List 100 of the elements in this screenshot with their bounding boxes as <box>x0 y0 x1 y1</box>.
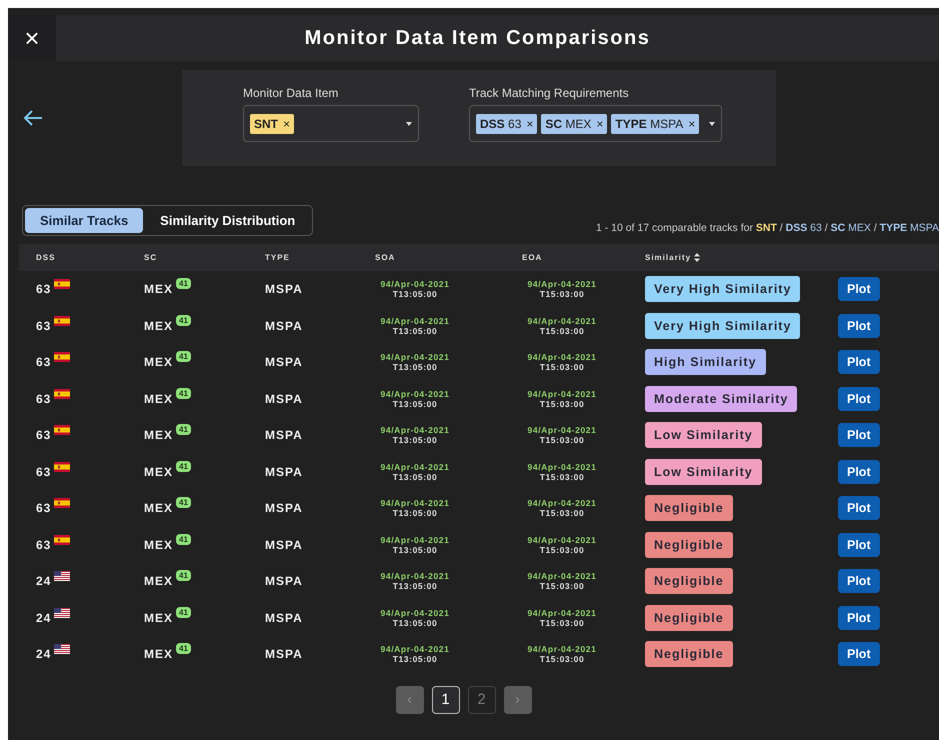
filter-chip[interactable]: SNT × <box>250 114 294 134</box>
date-text: T15:03:00 <box>540 289 584 300</box>
date-text: T15:03:00 <box>540 581 584 592</box>
similarity-tag: Negligible <box>645 604 733 631</box>
count-badge: 41 <box>176 424 191 436</box>
date-text: 94/Apr-04-2021 <box>380 352 450 362</box>
table-cell: MEX <box>144 392 174 406</box>
select-field[interactable]: DSS 63 × SC MEX × TYPE MSPA × <box>469 105 722 142</box>
tab[interactable]: Similar Tracks <box>25 208 144 233</box>
date-text: 94/Apr-04-2021 <box>528 425 596 436</box>
date-text: 94/Apr-04-2021 <box>528 534 596 545</box>
table-cell: MEX <box>144 282 174 296</box>
date-text: 94/Apr-04-2021 <box>380 571 450 582</box>
select-field[interactable]: SNT × <box>243 105 419 142</box>
caret-icon <box>709 122 715 126</box>
plot-button[interactable]: Plot <box>838 423 880 448</box>
plot-button[interactable]: Plot <box>838 277 880 302</box>
plot-button[interactable]: Plot <box>838 350 880 374</box>
date-text: T15:03:00 <box>540 654 584 664</box>
date-text: 94/Apr-04-2021 <box>380 644 450 654</box>
column-header[interactable]: Similarity <box>645 253 838 262</box>
table-cell: 24 <box>36 574 52 588</box>
date-text: 94/Apr-04-2021 <box>528 571 596 582</box>
date-text: 94/Apr-04-2021 <box>380 388 450 399</box>
date-text: T15:03:00 <box>540 326 584 336</box>
similarity-tag: Negligible <box>645 495 733 522</box>
count-badge: 41 <box>176 497 191 508</box>
table-cell: MEX <box>144 355 174 370</box>
plot-button[interactable]: Plot <box>838 569 880 594</box>
date-text: 94/Apr-04-2021 <box>380 462 450 472</box>
table-cell: MEX <box>144 501 174 516</box>
table-cell: 24 <box>36 647 52 662</box>
table-cell: 63 <box>36 318 52 333</box>
table-cell: 63 <box>36 282 52 296</box>
column-header: SOA <box>375 253 396 262</box>
sort-icon <box>694 253 700 262</box>
similarity-tag: Negligible <box>645 532 733 558</box>
table-cell: MEX <box>144 318 174 333</box>
table-cell-text: MSPA <box>265 464 304 479</box>
date-text: 94/Apr-04-2021 <box>528 462 596 472</box>
filter-chip[interactable]: TYPE MSPA × <box>611 114 700 134</box>
date-text: 94/Apr-04-2021 <box>380 279 450 290</box>
table-cell: MEX <box>144 610 174 625</box>
date-text: T13:05:00 <box>392 581 438 592</box>
plot-button[interactable]: Plot <box>838 642 880 666</box>
plot-button[interactable]: Plot <box>838 532 880 557</box>
window-title: Monitor Data Item Comparisons <box>304 26 652 51</box>
plot-button[interactable]: Plot <box>838 606 880 630</box>
plot-button[interactable]: Plot <box>838 386 880 411</box>
page-button[interactable]: 2 <box>468 686 496 714</box>
table-cell: MEX <box>144 538 174 552</box>
count-badge: 41 <box>176 570 191 582</box>
table-cell-text: MSPA <box>265 428 304 442</box>
table-cell: MEX <box>144 428 174 442</box>
similarity-tag: Low Similarity <box>645 458 762 485</box>
field-label: Track Matching Requirements <box>469 86 630 100</box>
results-summary: 1 - 10 of 17 comparable tracks for SNT / DSS 63 / SC MEX / TYPE MSPA <box>596 222 939 234</box>
date-text: T13:05:00 <box>392 326 438 336</box>
page-button[interactable]: 1 <box>432 686 460 714</box>
date-text: T13:05:00 <box>392 435 438 446</box>
table-cell-text: MSPA <box>265 610 304 625</box>
date-text: 94/Apr-04-2021 <box>528 316 596 326</box>
count-badge: 41 <box>176 534 191 545</box>
table-cell: 24 <box>36 610 52 625</box>
plot-button[interactable]: Plot <box>838 314 880 338</box>
caret-icon <box>406 122 412 126</box>
table-cell-text: MSPA <box>265 574 304 588</box>
date-text: T15:03:00 <box>540 618 584 628</box>
column-header: DSS <box>36 253 56 262</box>
similarity-tag: Negligible <box>645 568 733 594</box>
table-cell: MEX <box>144 574 174 588</box>
date-text: 94/Apr-04-2021 <box>380 498 450 508</box>
table-cell-text: MSPA <box>265 392 304 406</box>
date-text: T13:05:00 <box>392 544 438 555</box>
date-text: T15:03:00 <box>540 362 584 372</box>
date-text: 94/Apr-04-2021 <box>380 534 450 545</box>
date-text: 94/Apr-04-2021 <box>528 279 596 290</box>
count-badge: 41 <box>176 460 191 472</box>
plot-button[interactable]: Plot <box>838 460 880 484</box>
table-cell: 63 <box>36 501 52 516</box>
count-badge: 41 <box>176 388 191 399</box>
date-text: T15:03:00 <box>540 398 584 409</box>
column-header: SC <box>144 253 158 262</box>
tab[interactable]: Similarity Distribution <box>145 208 310 233</box>
table-cell-text: MSPA <box>265 282 304 296</box>
column-header: TYPE <box>265 253 291 262</box>
date-text: 94/Apr-04-2021 <box>528 498 596 508</box>
date-text: T15:03:00 <box>540 435 584 446</box>
date-text: 94/Apr-04-2021 <box>528 608 596 618</box>
table-cell-text: MSPA <box>265 538 304 552</box>
date-text: T15:03:00 <box>540 472 584 482</box>
filter-chip[interactable]: SC MEX × <box>541 114 608 134</box>
close-button[interactable]: × <box>8 15 56 61</box>
similarity-tag: Moderate Similarity <box>645 386 798 412</box>
table-cell-text: MSPA <box>265 501 304 516</box>
date-text: 94/Apr-04-2021 <box>380 425 450 436</box>
date-text: T13:05:00 <box>392 398 438 409</box>
date-text: 94/Apr-04-2021 <box>380 608 450 618</box>
plot-button[interactable]: Plot <box>838 496 880 520</box>
filter-chip[interactable]: DSS 63 × <box>476 114 538 134</box>
